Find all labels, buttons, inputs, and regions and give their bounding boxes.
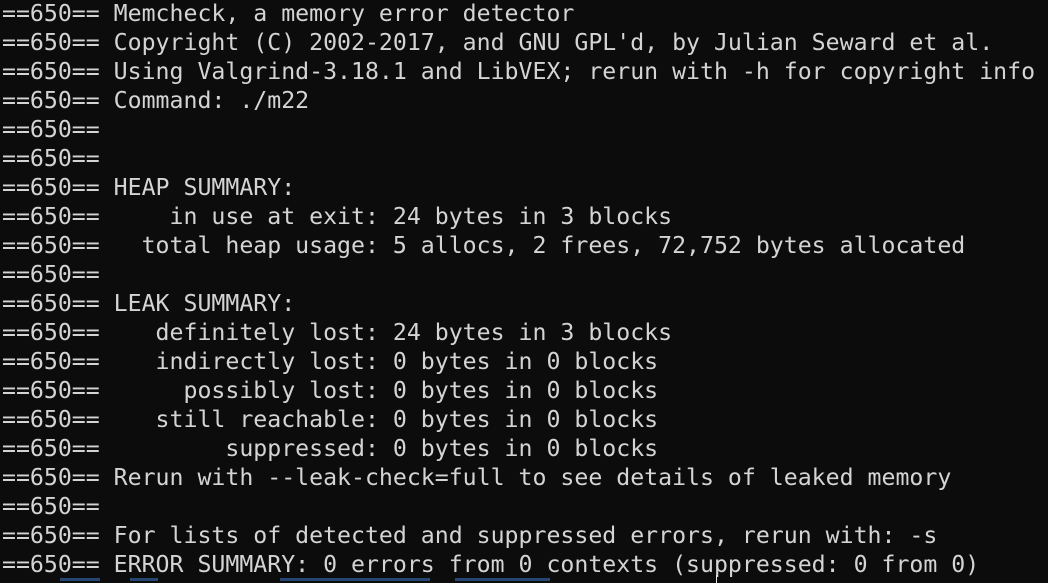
next-line-cutoff [0, 578, 1048, 583]
terminal-line-13: ==650== indirectly lost: 0 bytes in 0 bl… [2, 348, 659, 375]
cutoff-fragment [280, 578, 430, 581]
terminal-line-5: ==650== [2, 116, 100, 143]
terminal-line-14: ==650== possibly lost: 0 bytes in 0 bloc… [2, 377, 659, 404]
terminal-line-2: ==650== Copyright (C) 2002-2017, and GNU… [2, 29, 994, 56]
terminal-line-11: ==650== LEAK SUMMARY: [2, 290, 296, 317]
terminal-line-17: ==650== Rerun with --leak-check=full to … [2, 464, 952, 491]
terminal-line-4: ==650== Command: ./m22 [2, 87, 310, 114]
terminal-line-9: ==650== total heap usage: 5 allocs, 2 fr… [2, 232, 966, 259]
text-cursor [716, 575, 717, 583]
terminal-line-18: ==650== [2, 493, 100, 520]
terminal-line-8: ==650== in use at exit: 24 bytes in 3 bl… [2, 203, 673, 230]
cutoff-fragment [60, 578, 100, 581]
terminal-output: ==650== Memcheck, a memory error detecto… [2, 0, 1035, 579]
terminal-line-6: ==650== [2, 145, 100, 172]
cutoff-fragment [455, 578, 550, 581]
terminal-line-10: ==650== [2, 261, 100, 288]
terminal-line-20: ==650== ERROR SUMMARY: 0 errors from 0 c… [2, 551, 980, 578]
terminal-line-12: ==650== definitely lost: 24 bytes in 3 b… [2, 319, 673, 346]
terminal-line-3: ==650== Using Valgrind-3.18.1 and LibVEX… [2, 58, 1036, 85]
terminal-line-1: ==650== Memcheck, a memory error detecto… [2, 0, 575, 27]
terminal-window[interactable]: ==650== Memcheck, a memory error detecto… [0, 0, 1048, 583]
cutoff-fragment [130, 578, 158, 581]
terminal-line-15: ==650== still reachable: 0 bytes in 0 bl… [2, 406, 659, 433]
terminal-line-19: ==650== For lists of detected and suppre… [2, 522, 938, 549]
terminal-line-16: ==650== suppressed: 0 bytes in 0 blocks [2, 435, 659, 462]
terminal-line-7: ==650== HEAP SUMMARY: [2, 174, 296, 201]
